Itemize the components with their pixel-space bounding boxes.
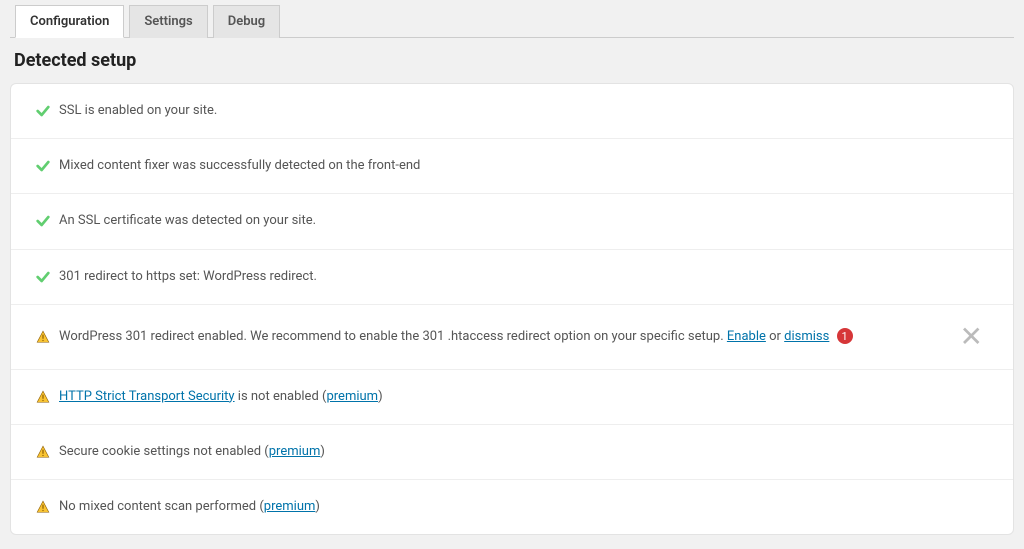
paren-close: ) [378,389,383,404]
premium-link[interactable]: premium [269,444,321,459]
notification-badge: 1 [837,328,853,344]
no-scan-text: No mixed content scan performed ( [59,499,264,514]
row-text: No mixed content scan performed (premium… [59,498,989,516]
warning-icon [35,444,51,460]
close-icon[interactable]: ✕ [954,323,989,351]
check-icon [35,269,51,285]
row-text: WordPress 301 redirect enabled. We recom… [59,328,954,346]
section-title: Detected setup [14,50,1014,71]
row-text: Mixed content fixer was successfully det… [59,157,989,175]
row-text: SSL is enabled on your site. [59,102,989,120]
tab-debug[interactable]: Debug [213,5,280,38]
tab-bar: Configuration Settings Debug [10,0,1014,38]
row-text: Secure cookie settings not enabled (prem… [59,443,989,461]
check-icon [35,158,51,174]
premium-link[interactable]: premium [264,499,316,514]
warning-text: WordPress 301 redirect enabled. We recom… [59,329,727,344]
tab-configuration[interactable]: Configuration [15,5,124,38]
warning-icon [35,389,51,405]
row-text: An SSL certificate was detected on your … [59,212,989,230]
row-no-mixed-scan: No mixed content scan performed (premium… [11,480,1013,534]
row-text: HTTP Strict Transport Security is not en… [59,388,989,406]
row-hsts: HTTP Strict Transport Security is not en… [11,370,1013,425]
row-text: 301 redirect to https set: WordPress red… [59,268,989,286]
warning-icon [35,329,51,345]
or-text: or [766,329,784,344]
secure-cookie-text: Secure cookie settings not enabled ( [59,444,269,459]
check-icon [35,103,51,119]
tab-settings[interactable]: Settings [129,5,207,38]
enable-link[interactable]: Enable [727,329,766,344]
warning-icon [35,499,51,515]
premium-link[interactable]: premium [326,389,378,404]
detected-setup-panel: SSL is enabled on your site. Mixed conte… [10,83,1014,535]
paren-close: ) [315,499,320,514]
hsts-post-text: is not enabled [235,389,322,404]
row-301-redirect: 301 redirect to https set: WordPress red… [11,250,1013,305]
check-icon [35,213,51,229]
row-ssl-cert: An SSL certificate was detected on your … [11,194,1013,249]
hsts-link[interactable]: HTTP Strict Transport Security [59,389,235,404]
dismiss-link[interactable]: dismiss [784,329,829,344]
row-ssl-enabled: SSL is enabled on your site. [11,84,1013,139]
row-wp-redirect-warning: WordPress 301 redirect enabled. We recom… [11,305,1013,370]
paren-close: ) [320,444,325,459]
row-mixed-content: Mixed content fixer was successfully det… [11,139,1013,194]
row-secure-cookie: Secure cookie settings not enabled (prem… [11,425,1013,480]
